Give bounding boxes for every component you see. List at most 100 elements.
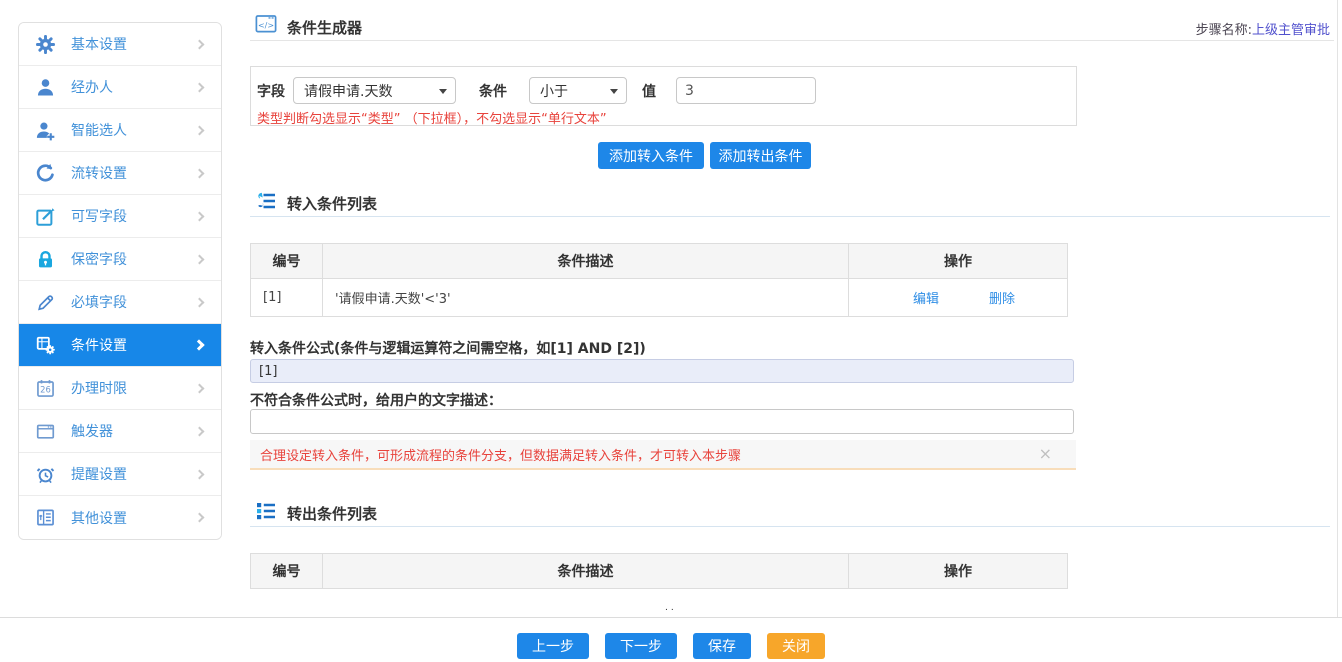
chevron-right-icon: [195, 39, 205, 49]
save-button[interactable]: 保存: [693, 633, 751, 659]
section-divider: [250, 216, 1330, 217]
sidebar-item-label: 其他设置: [71, 508, 196, 528]
sidebar-item-other-settings[interactable]: 其他设置: [19, 496, 221, 539]
step-name-link[interactable]: 上级主管审批: [1252, 23, 1330, 38]
edit-square-icon: [34, 205, 56, 227]
sidebar-item-label: 可写字段: [71, 206, 196, 226]
close-icon[interactable]: ×: [1039, 446, 1052, 462]
condition-gear-icon: [34, 334, 56, 356]
step-name: 步骤名称:上级主管审批: [1196, 19, 1330, 38]
sidebar-item-label: 办理时限: [71, 378, 196, 398]
calendar-icon: 26: [34, 377, 56, 399]
sidebar-item-smart-select[interactable]: 智能选人: [19, 109, 221, 152]
column-header-actions: 操作: [849, 554, 1068, 589]
section-divider: [250, 526, 1330, 527]
page-title: 条件生成器: [287, 17, 362, 38]
sidebar-item-handler[interactable]: 经办人: [19, 66, 221, 109]
chevron-right-icon: [195, 168, 205, 178]
prev-step-button[interactable]: 上一步: [517, 633, 589, 659]
condition-builder-box: 字段 请假申请.天数 条件 小于 值 类型判断勾选显示“类型” （下拉框），不勾…: [250, 66, 1077, 126]
sidebar-item-required-fields[interactable]: 必填字段: [19, 281, 221, 324]
svg-text:26: 26: [40, 384, 51, 394]
settings-sidebar: 基本设置 经办人 智能选人 流转设置: [18, 22, 222, 540]
next-step-button[interactable]: 下一步: [605, 633, 677, 659]
value-input[interactable]: [676, 77, 816, 104]
page-right-edge: [1337, 0, 1338, 617]
condition-select-value: 小于: [540, 81, 568, 101]
transfer-out-list-icon: [255, 500, 277, 522]
sidebar-item-label: 经办人: [71, 77, 196, 97]
pencil-icon: [34, 291, 56, 313]
mismatch-description-input[interactable]: [250, 409, 1074, 434]
chevron-right-icon: [195, 254, 205, 264]
select-caret-icon: [610, 89, 618, 94]
sidebar-item-writable-fields[interactable]: 可写字段: [19, 195, 221, 238]
column-header-desc: 条件描述: [323, 244, 849, 279]
sidebar-item-basic-settings[interactable]: 基本设置: [19, 23, 221, 66]
sidebar-item-label: 基本设置: [71, 34, 196, 54]
sidebar-item-time-limit[interactable]: 26 办理时限: [19, 367, 221, 410]
column-header-actions: 操作: [849, 244, 1068, 279]
sidebar-item-label: 条件设置: [71, 335, 195, 355]
transfer-out-list-title: 转出条件列表: [287, 503, 377, 524]
lock-icon: [34, 248, 56, 270]
type-hint-text: 类型判断勾选显示“类型” （下拉框），不勾选显示“单行文本”: [257, 108, 607, 127]
svg-text:</>: </>: [258, 21, 274, 30]
clipped-content: ..: [665, 603, 677, 613]
alarm-clock-icon: [34, 463, 56, 485]
formula-label: 转入条件公式(条件与逻辑运算符之间需空格，如[1] AND [2]): [250, 338, 646, 358]
add-in-condition-button[interactable]: 添加转入条件: [598, 142, 704, 169]
sidebar-item-reminder-settings[interactable]: 提醒设置: [19, 453, 221, 496]
chevron-right-icon: [195, 297, 205, 307]
edit-link[interactable]: 编辑: [913, 288, 939, 307]
sidebar-item-condition-settings[interactable]: 条件设置: [19, 324, 221, 367]
notice-text: 合理设定转入条件，可形成流程的条件分支，但数据满足转入条件，才可转入本步骤: [260, 445, 1039, 464]
transfer-out-table: 编号 条件描述 操作: [250, 553, 1068, 589]
select-caret-icon: [439, 89, 447, 94]
person-icon: [34, 76, 56, 98]
sidebar-item-label: 必填字段: [71, 292, 196, 312]
sidebar-item-trigger[interactable]: 触发器: [19, 410, 221, 453]
sidebar-item-label: 提醒设置: [71, 464, 196, 484]
sidebar-item-label: 保密字段: [71, 249, 196, 269]
refresh-icon: [34, 162, 56, 184]
header-divider: [250, 40, 1334, 41]
field-select[interactable]: 请假申请.天数: [293, 77, 456, 104]
transfer-in-table: 编号 条件描述 操作 [1] '请假申请.天数'<'3' 编辑 删除: [250, 243, 1068, 317]
main-content: </> 条件生成器 步骤名称:上级主管审批 字段 请假申请.天数 条件 小于 值…: [250, 0, 1334, 617]
delete-link[interactable]: 删除: [989, 288, 1015, 307]
sidebar-item-flow-settings[interactable]: 流转设置: [19, 152, 221, 195]
transfer-in-list-icon: [255, 190, 277, 212]
chevron-right-icon: [195, 82, 205, 92]
person-plus-icon: [34, 119, 56, 141]
close-button[interactable]: 关闭: [767, 633, 825, 659]
chevron-right-icon: [195, 426, 205, 436]
footer-button-bar: 上一步 下一步 保存 关闭: [0, 633, 1342, 659]
table-header-row: 编号 条件描述 操作: [251, 554, 1068, 589]
formula-input[interactable]: [250, 359, 1074, 383]
condition-label: 条件: [479, 81, 507, 101]
row-condition-desc: '请假申请.天数'<'3': [323, 279, 849, 317]
field-select-value: 请假申请.天数: [304, 81, 392, 101]
chevron-right-icon: [195, 513, 205, 523]
sidebar-item-label: 智能选人: [71, 120, 196, 140]
sidebar-item-secret-fields[interactable]: 保密字段: [19, 238, 221, 281]
condition-select[interactable]: 小于: [529, 77, 627, 104]
code-window-icon: </>: [255, 13, 277, 35]
row-actions: 编辑 删除: [849, 279, 1068, 317]
value-label: 值: [642, 81, 656, 101]
window-icon: [34, 420, 56, 442]
field-label: 字段: [257, 81, 285, 101]
add-out-condition-button[interactable]: 添加转出条件: [710, 142, 811, 169]
chevron-right-icon: [195, 125, 205, 135]
form-list-icon: [34, 507, 56, 529]
column-header-desc: 条件描述: [323, 554, 849, 589]
row-number: [1]: [251, 279, 323, 317]
gear-icon: [34, 33, 56, 55]
sidebar-item-label: 流转设置: [71, 163, 196, 183]
footer-divider: [0, 617, 1342, 618]
column-header-no: 编号: [251, 554, 323, 589]
table-row: [1] '请假申请.天数'<'3' 编辑 删除: [251, 279, 1068, 317]
mismatch-label: 不符合条件公式时，给用户的文字描述：: [250, 390, 502, 410]
notice-bar: 合理设定转入条件，可形成流程的条件分支，但数据满足转入条件，才可转入本步骤 ×: [250, 440, 1076, 470]
